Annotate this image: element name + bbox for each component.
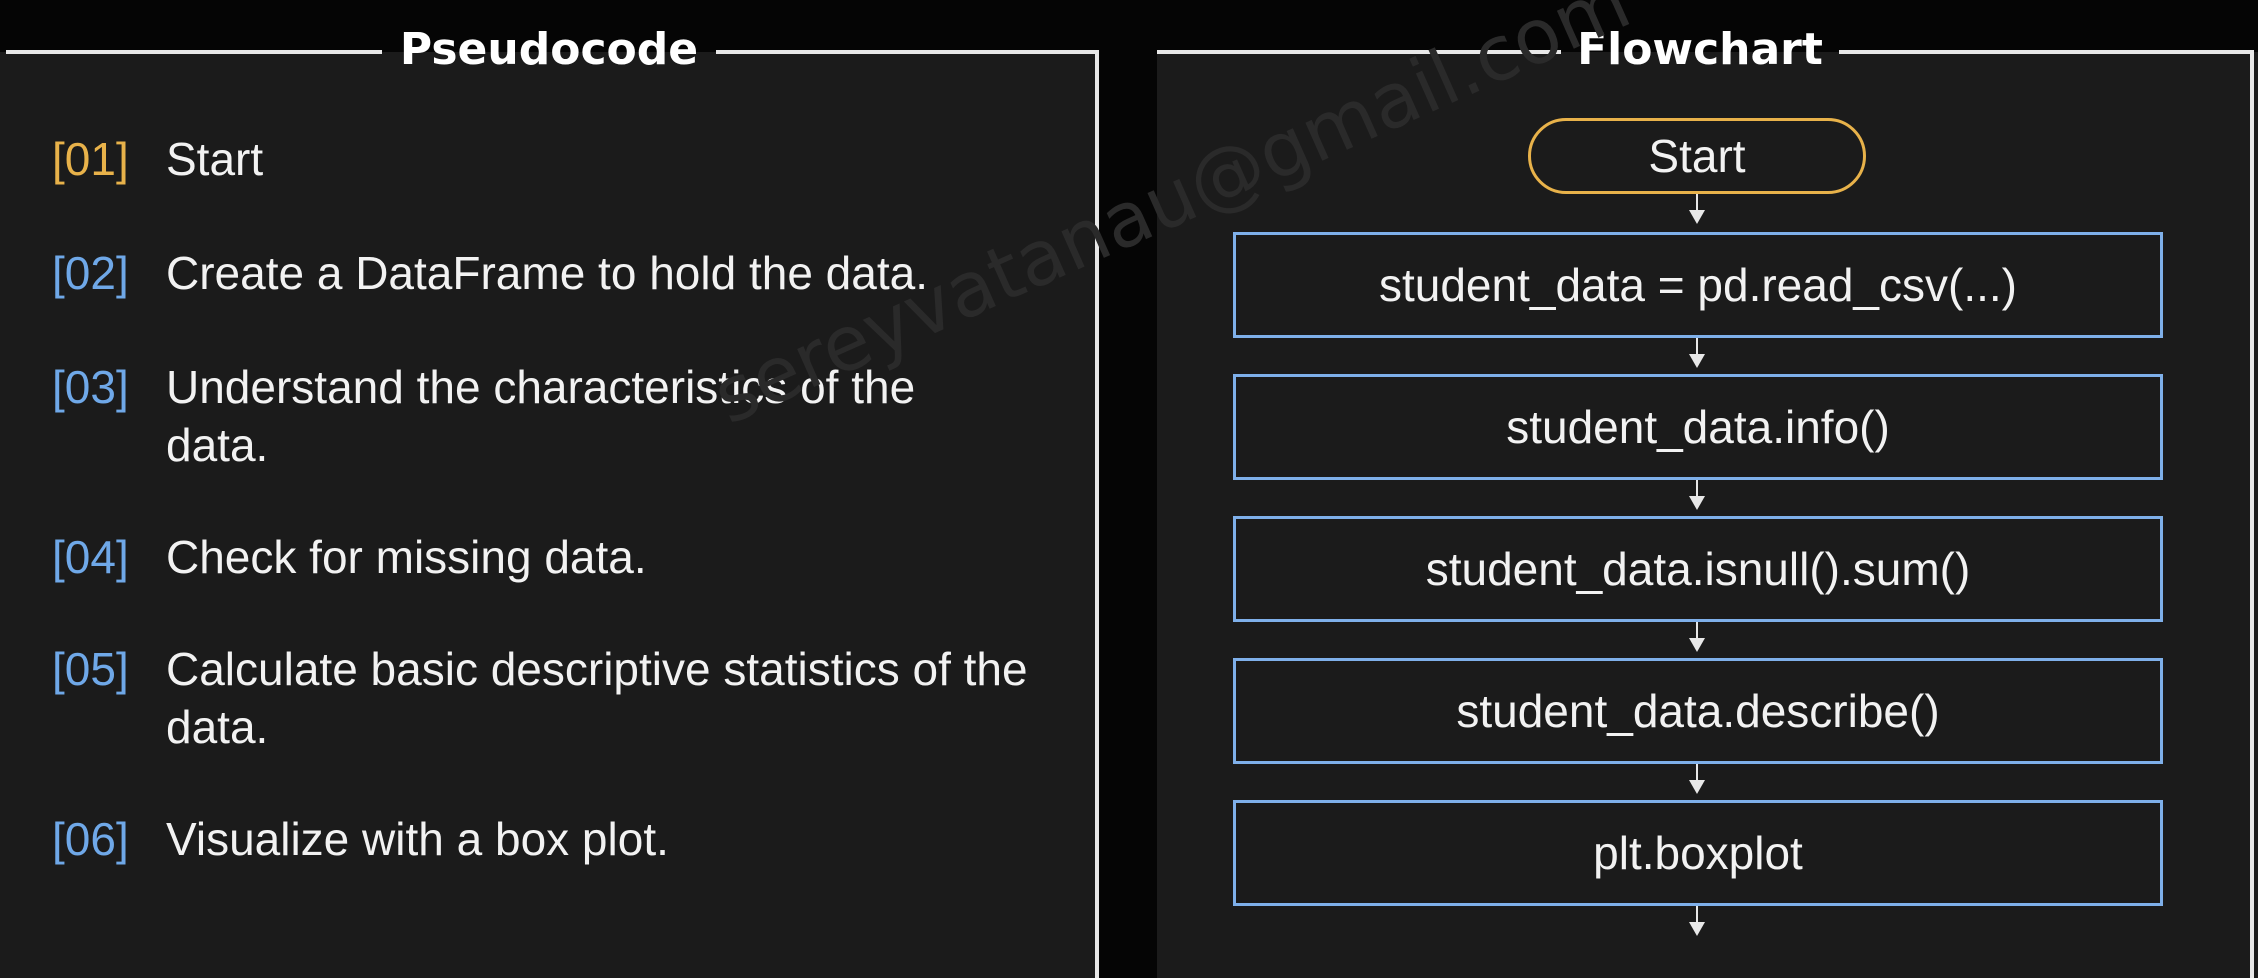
step-number: [03] xyxy=(52,361,129,413)
pseudocode-step: [01] Start xyxy=(52,130,1052,188)
flowchart-frame-right xyxy=(2250,50,2254,978)
step-text: Start xyxy=(166,133,264,185)
flowchart-start: Start xyxy=(1528,118,1866,194)
step-number: [02] xyxy=(52,247,129,299)
step-number: [01] xyxy=(52,133,129,185)
flowchart-step-box: student_data.isnull().sum() xyxy=(1233,516,2163,622)
step-text: Check for missing data. xyxy=(166,531,647,583)
pseudocode-title: Pseudocode xyxy=(399,24,699,75)
step-number: [06] xyxy=(52,813,129,865)
pseudocode-step: [05] Calculate basic descriptive statist… xyxy=(52,640,1052,756)
step-number: [04] xyxy=(52,531,129,583)
flowchart-step-box: student_data = pd.read_csv(...) xyxy=(1233,232,2163,338)
pseudocode-step: [04] Check for missing data. xyxy=(52,528,1052,586)
flowchart-frame-top-right xyxy=(1839,50,2252,54)
step-number: [05] xyxy=(52,643,129,695)
flowchart-step-box: plt.boxplot xyxy=(1233,800,2163,906)
flowchart-step-box: student_data.info() xyxy=(1233,374,2163,480)
pseudocode-step: [03] Understand the characteristics of t… xyxy=(52,358,1052,474)
step-text: Calculate basic descriptive statistics o… xyxy=(166,643,1028,753)
pseudocode-step: [06] Visualize with a box plot. xyxy=(52,810,1052,868)
flowchart-step-box: student_data.describe() xyxy=(1233,658,2163,764)
step-text: Visualize with a box plot. xyxy=(166,813,669,865)
pseudocode-frame-top-right xyxy=(716,50,1099,54)
pseudocode-frame-top-left xyxy=(6,50,382,54)
